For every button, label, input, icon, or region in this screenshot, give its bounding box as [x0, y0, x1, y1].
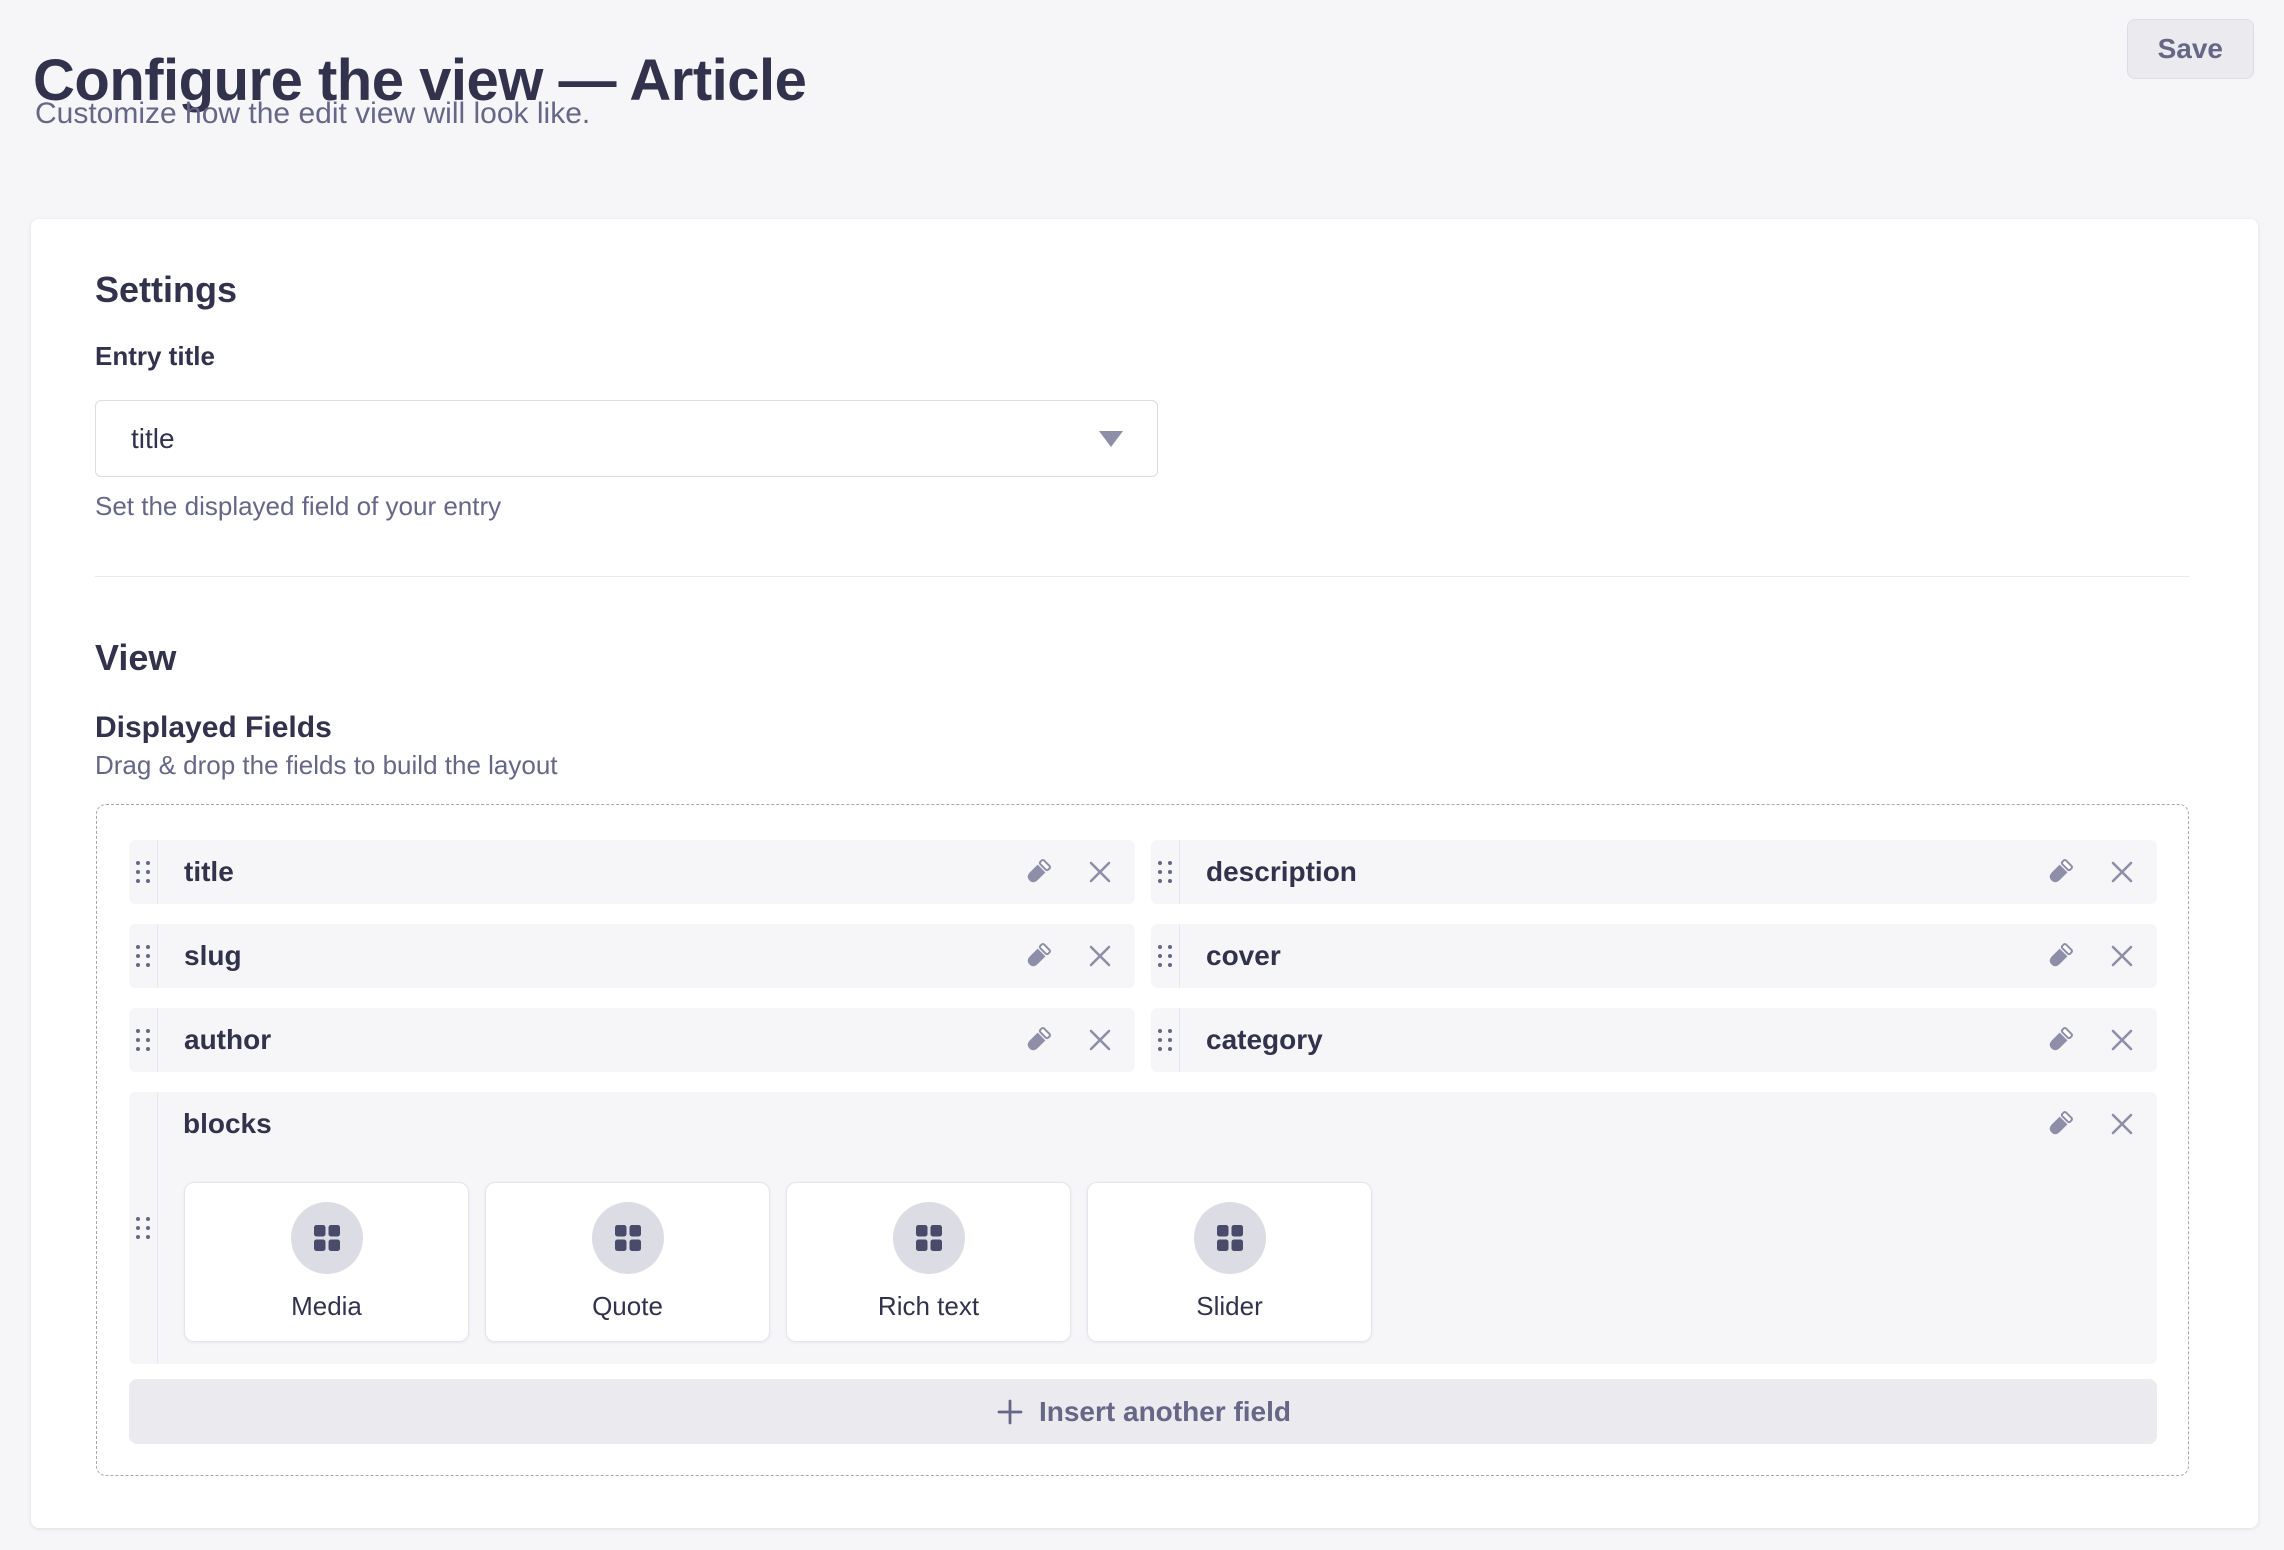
page-subtitle: Customize how the edit view will look li… — [35, 94, 590, 134]
entry-title-hint: Set the displayed field of your entry — [95, 491, 501, 522]
edit-field-button[interactable] — [1023, 941, 1053, 971]
edit-field-button[interactable] — [1023, 857, 1053, 887]
field-name: slug — [184, 940, 242, 972]
field-row-category[interactable]: category — [1151, 1008, 2157, 1072]
entry-title-selected-value: title — [131, 423, 175, 455]
drag-handle-icon — [1158, 1029, 1172, 1051]
remove-field-button[interactable] — [1085, 1025, 1115, 1055]
edit-field-button[interactable] — [2045, 1109, 2075, 1139]
drag-handle[interactable] — [1151, 1008, 1180, 1072]
drag-handle[interactable] — [1151, 924, 1180, 988]
drag-handle[interactable] — [129, 1092, 158, 1364]
settings-heading: Settings — [95, 269, 237, 311]
fields-grid: title description — [129, 840, 2157, 1072]
field-name: cover — [1206, 940, 1281, 972]
displayed-fields-label: Displayed Fields — [95, 711, 332, 745]
drag-handle[interactable] — [129, 840, 158, 904]
caret-down-icon — [1099, 431, 1123, 447]
component-list: Media Quote Rich text Slider — [184, 1182, 1372, 1342]
component-label: Media — [185, 1291, 468, 1322]
remove-field-button[interactable] — [1085, 941, 1115, 971]
drag-handle-icon — [1158, 945, 1172, 967]
edit-field-button[interactable] — [1023, 1025, 1053, 1055]
drag-handle-icon — [136, 1217, 150, 1239]
component-icon-circle — [893, 1202, 965, 1274]
entry-title-select[interactable]: title — [95, 400, 1158, 477]
field-name: description — [1206, 856, 1357, 888]
component-card-slider[interactable]: Slider — [1087, 1182, 1372, 1342]
plus-icon — [995, 1397, 1025, 1427]
close-icon — [1085, 1025, 1115, 1055]
close-icon — [2107, 857, 2137, 887]
main-card: Settings Entry title title Set the displ… — [31, 219, 2258, 1528]
close-icon — [2107, 1109, 2137, 1139]
component-card-media[interactable]: Media — [184, 1182, 469, 1342]
remove-field-button[interactable] — [2107, 1109, 2137, 1139]
field-row-cover[interactable]: cover — [1151, 924, 2157, 988]
pencil-icon — [2045, 1025, 2075, 1055]
grid-icon — [613, 1223, 643, 1253]
grid-icon — [312, 1223, 342, 1253]
pencil-icon — [1023, 857, 1053, 887]
drag-handle[interactable] — [129, 924, 158, 988]
drag-handle-icon — [1158, 861, 1172, 883]
grid-icon — [914, 1223, 944, 1253]
close-icon — [2107, 1025, 2137, 1055]
remove-field-button[interactable] — [2107, 857, 2137, 887]
insert-another-field-button[interactable]: Insert another field — [129, 1379, 2157, 1444]
field-row-title[interactable]: title — [129, 840, 1135, 904]
component-icon-circle — [291, 1202, 363, 1274]
edit-field-button[interactable] — [2045, 857, 2075, 887]
close-icon — [2107, 941, 2137, 971]
field-row-description[interactable]: description — [1151, 840, 2157, 904]
field-name: author — [184, 1024, 271, 1056]
field-name: blocks — [183, 1108, 272, 1140]
drag-handle-icon — [136, 945, 150, 967]
section-divider — [95, 576, 2190, 577]
view-heading: View — [95, 637, 176, 679]
remove-field-button[interactable] — [1085, 857, 1115, 887]
field-name: title — [184, 856, 234, 888]
displayed-fields-hint: Drag & drop the fields to build the layo… — [95, 750, 558, 781]
close-icon — [1085, 857, 1115, 887]
edit-field-button[interactable] — [2045, 941, 2075, 971]
insert-another-field-label: Insert another field — [1039, 1396, 1291, 1428]
field-row-author[interactable]: author — [129, 1008, 1135, 1072]
field-row-slug[interactable]: slug — [129, 924, 1135, 988]
configure-view-page: Configure the view — Article Customize h… — [0, 0, 2284, 1550]
component-icon-circle — [1194, 1202, 1266, 1274]
drag-handle[interactable] — [129, 1008, 158, 1072]
drag-handle-icon — [136, 1029, 150, 1051]
pencil-icon — [2045, 857, 2075, 887]
save-button[interactable]: Save — [2127, 19, 2254, 79]
remove-field-button[interactable] — [2107, 941, 2137, 971]
component-card-quote[interactable]: Quote — [485, 1182, 770, 1342]
component-label: Slider — [1088, 1291, 1371, 1322]
field-row-blocks[interactable]: blocks Media Quote R — [129, 1092, 2157, 1364]
close-icon — [1085, 941, 1115, 971]
component-label: Rich text — [787, 1291, 1070, 1322]
remove-field-button[interactable] — [2107, 1025, 2137, 1055]
component-label: Quote — [486, 1291, 769, 1322]
pencil-icon — [2045, 941, 2075, 971]
field-name: category — [1206, 1024, 1323, 1056]
pencil-icon — [1023, 941, 1053, 971]
edit-field-button[interactable] — [2045, 1025, 2075, 1055]
pencil-icon — [1023, 1025, 1053, 1055]
component-icon-circle — [592, 1202, 664, 1274]
grid-icon — [1215, 1223, 1245, 1253]
pencil-icon — [2045, 1109, 2075, 1139]
entry-title-label: Entry title — [95, 341, 215, 372]
drag-handle-icon — [136, 861, 150, 883]
drag-handle[interactable] — [1151, 840, 1180, 904]
fields-dropzone: title description — [96, 804, 2189, 1476]
component-card-rich-text[interactable]: Rich text — [786, 1182, 1071, 1342]
